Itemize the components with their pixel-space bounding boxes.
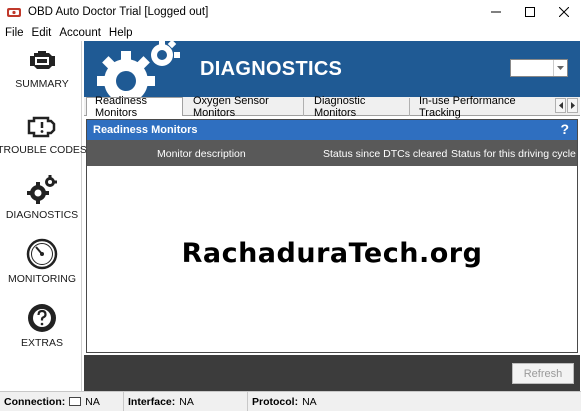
sidebar-item-label: SUMMARY bbox=[15, 78, 69, 90]
sidebar: SUMMARY TROUBLE CODES DIAGNOSTICS MONITO… bbox=[0, 41, 87, 391]
tab-oxygen-sensor-monitors[interactable]: Oxygen Sensor Monitors bbox=[185, 95, 304, 119]
menu-file[interactable]: File bbox=[5, 27, 24, 39]
sidebar-item-monitoring[interactable]: MONITORING bbox=[2, 238, 82, 285]
tab-strip: Readiness Monitors Oxygen Sensor Monitor… bbox=[84, 95, 580, 119]
app-logo-icon bbox=[7, 8, 21, 17]
arrow-left-icon bbox=[558, 102, 563, 109]
connection-value: NA bbox=[85, 395, 100, 408]
tab-in-use-performance-tracking[interactable]: In-use Performance Tracking bbox=[411, 95, 551, 119]
panel-title: Readiness Monitors bbox=[93, 124, 198, 136]
connection-status: Connection: NA bbox=[0, 392, 124, 411]
check-engine-icon bbox=[27, 116, 56, 138]
refresh-button[interactable]: Refresh bbox=[512, 363, 574, 384]
status-bar: Connection: NA Interface: NA Protocol: N… bbox=[0, 391, 581, 411]
help-button[interactable]: ? bbox=[560, 121, 569, 137]
gears-icon bbox=[27, 175, 57, 204]
interface-label: Interface: bbox=[128, 395, 176, 408]
interface-status: Interface: NA bbox=[124, 392, 248, 411]
dropdown-arrow bbox=[553, 60, 567, 76]
protocol-label: Protocol: bbox=[252, 395, 299, 408]
connection-label: Connection: bbox=[4, 395, 66, 408]
connection-indicator-icon bbox=[69, 397, 82, 406]
menu-account[interactable]: Account bbox=[59, 27, 101, 39]
table-header: Monitor description Status since DTCs cl… bbox=[87, 140, 577, 166]
sidebar-item-label: EXTRAS bbox=[20, 337, 63, 349]
tab-scroll-left-button[interactable] bbox=[555, 98, 566, 113]
window-title: OBD Auto Doctor Trial [Logged out] bbox=[28, 6, 209, 18]
minimize-icon bbox=[491, 11, 501, 13]
sidebar-item-diagnostics[interactable]: DIAGNOSTICS bbox=[2, 174, 82, 221]
engine-icon bbox=[30, 51, 55, 69]
chevron-down-icon bbox=[557, 66, 564, 70]
menu-help[interactable]: Help bbox=[109, 27, 133, 39]
gauge-icon bbox=[26, 238, 58, 270]
title-bar: OBD Auto Doctor Trial [Logged out] bbox=[0, 0, 581, 24]
page-title: DIAGNOSTICS bbox=[200, 58, 343, 80]
action-bar: Refresh bbox=[84, 355, 580, 391]
protocol-value: NA bbox=[302, 395, 317, 408]
sidebar-item-summary[interactable]: SUMMARY bbox=[2, 47, 82, 90]
section-banner: DIAGNOSTICS bbox=[84, 41, 580, 97]
close-icon bbox=[559, 7, 569, 17]
menu-bar: File Edit Account Help bbox=[0, 24, 581, 41]
column-header-status-since-dtcs-cleared[interactable]: Status since DTCs cleared bbox=[323, 148, 447, 160]
watermark-text: RachaduraTech.org bbox=[181, 238, 483, 269]
column-header-monitor-description[interactable]: Monitor description bbox=[157, 148, 246, 160]
sidebar-item-label: DIAGNOSTICS bbox=[5, 209, 79, 221]
interface-value: NA bbox=[179, 395, 194, 408]
tab-readiness-monitors[interactable]: Readiness Monitors bbox=[86, 95, 183, 119]
help-ring-icon bbox=[28, 304, 56, 332]
gears-icon bbox=[97, 41, 180, 97]
sidebar-item-extras[interactable]: EXTRAS bbox=[2, 302, 82, 349]
menu-edit[interactable]: Edit bbox=[32, 27, 52, 39]
tab-diagnostic-monitors[interactable]: Diagnostic Monitors bbox=[306, 95, 410, 119]
sidebar-item-label: TROUBLE CODES bbox=[0, 144, 87, 156]
close-button[interactable] bbox=[547, 0, 581, 24]
arrow-right-icon bbox=[570, 102, 575, 109]
column-header-status-driving-cycle[interactable]: Status for this driving cycle bbox=[451, 148, 576, 160]
minimize-button[interactable] bbox=[479, 0, 513, 24]
protocol-status: Protocol: NA bbox=[248, 392, 581, 411]
vehicle-select[interactable] bbox=[510, 59, 568, 77]
readiness-monitors-panel: Readiness Monitors ? Monitor description… bbox=[86, 119, 578, 353]
maximize-icon bbox=[525, 7, 535, 17]
sidebar-item-label: MONITORING bbox=[7, 273, 77, 285]
tab-scroll-right-button[interactable] bbox=[567, 98, 578, 113]
panel-header: Readiness Monitors ? bbox=[87, 120, 577, 140]
maximize-button[interactable] bbox=[513, 0, 547, 24]
sidebar-item-trouble-codes[interactable]: TROUBLE CODES bbox=[0, 113, 87, 156]
